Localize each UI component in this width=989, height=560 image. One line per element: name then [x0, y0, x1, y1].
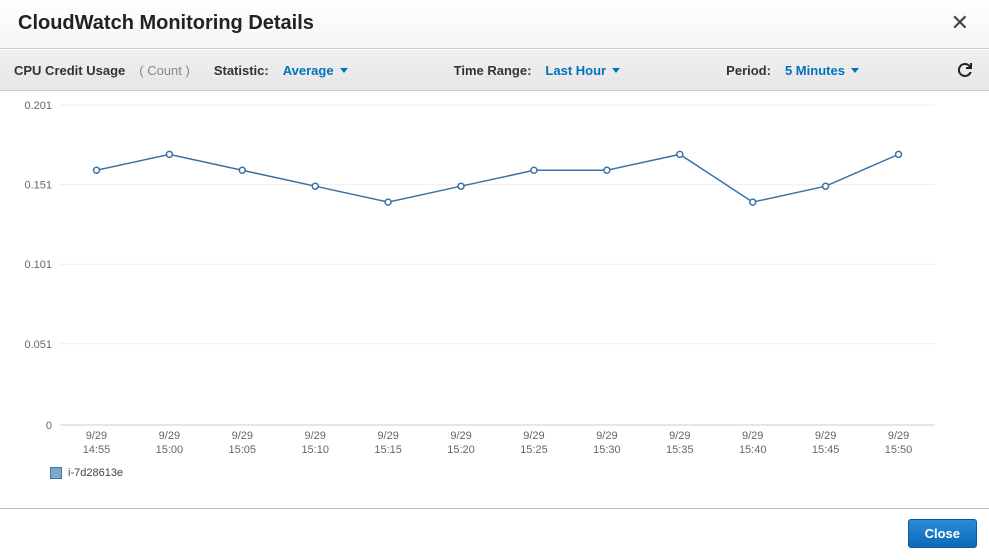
svg-text:9/29: 9/29: [742, 430, 763, 442]
svg-text:9/29: 9/29: [86, 430, 107, 442]
svg-text:14:55: 14:55: [83, 444, 111, 456]
timerange-value: Last Hour: [545, 63, 606, 78]
svg-text:9/29: 9/29: [450, 430, 471, 442]
timerange-label: Time Range:: [454, 63, 532, 78]
metric-name: CPU Credit Usage: [14, 63, 125, 78]
chevron-down-icon: [612, 68, 620, 73]
dialog-footer: Close: [0, 508, 989, 560]
svg-text:9/29: 9/29: [232, 430, 253, 442]
svg-text:15:50: 15:50: [885, 444, 913, 456]
svg-text:9/29: 9/29: [377, 430, 398, 442]
svg-text:9/29: 9/29: [888, 430, 909, 442]
legend-swatch: [50, 467, 62, 479]
close-button[interactable]: Close: [908, 519, 977, 548]
svg-text:15:00: 15:00: [156, 444, 184, 456]
svg-text:9/29: 9/29: [815, 430, 836, 442]
refresh-icon[interactable]: [955, 60, 975, 80]
chart-area: 0 0.051 0.101 0.151 0.201 9/29 14:55 9/29 15:00 9…: [0, 91, 989, 508]
legend-series-0: i-7d28613e: [68, 467, 123, 479]
svg-text:15:40: 15:40: [739, 444, 767, 456]
svg-text:0.151: 0.151: [24, 180, 52, 192]
svg-text:9/29: 9/29: [596, 430, 617, 442]
chevron-down-icon: [851, 68, 859, 73]
svg-text:15:30: 15:30: [593, 444, 621, 456]
svg-text:9/29: 9/29: [669, 430, 690, 442]
period-label: Period:: [726, 63, 771, 78]
metric-unit: ( Count ): [139, 63, 190, 78]
svg-text:0.201: 0.201: [24, 100, 52, 112]
dialog-header: CloudWatch Monitoring Details ✕: [0, 0, 989, 49]
line-chart: 0 0.051 0.101 0.151 0.201 9/29 14:55 9/29 15:00 9…: [10, 95, 975, 465]
svg-text:15:45: 15:45: [812, 444, 840, 456]
svg-text:0: 0: [46, 420, 52, 432]
statistic-label: Statistic:: [214, 63, 269, 78]
svg-text:0.051: 0.051: [24, 339, 52, 351]
chart-toolbar: CPU Credit Usage ( Count ) Statistic: Av…: [0, 49, 989, 91]
svg-text:0.101: 0.101: [24, 259, 52, 271]
cloudwatch-dialog: CloudWatch Monitoring Details ✕ CPU Cred…: [0, 0, 989, 560]
svg-text:15:35: 15:35: [666, 444, 694, 456]
svg-text:15:25: 15:25: [520, 444, 548, 456]
page-title: CloudWatch Monitoring Details: [18, 12, 314, 35]
svg-text:15:10: 15:10: [301, 444, 329, 456]
chart-legend: i-7d28613e: [10, 465, 979, 485]
statistic-value: Average: [283, 63, 334, 78]
svg-text:15:05: 15:05: [229, 444, 257, 456]
period-value: 5 Minutes: [785, 63, 845, 78]
chevron-down-icon: [340, 68, 348, 73]
svg-text:15:20: 15:20: [447, 444, 475, 456]
svg-text:9/29: 9/29: [304, 430, 325, 442]
svg-text:9/29: 9/29: [523, 430, 544, 442]
timerange-dropdown[interactable]: Last Hour: [545, 63, 620, 78]
close-icon[interactable]: ✕: [949, 10, 971, 36]
svg-text:15:15: 15:15: [374, 444, 402, 456]
period-dropdown[interactable]: 5 Minutes: [785, 63, 859, 78]
svg-text:9/29: 9/29: [159, 430, 180, 442]
statistic-dropdown[interactable]: Average: [283, 63, 348, 78]
